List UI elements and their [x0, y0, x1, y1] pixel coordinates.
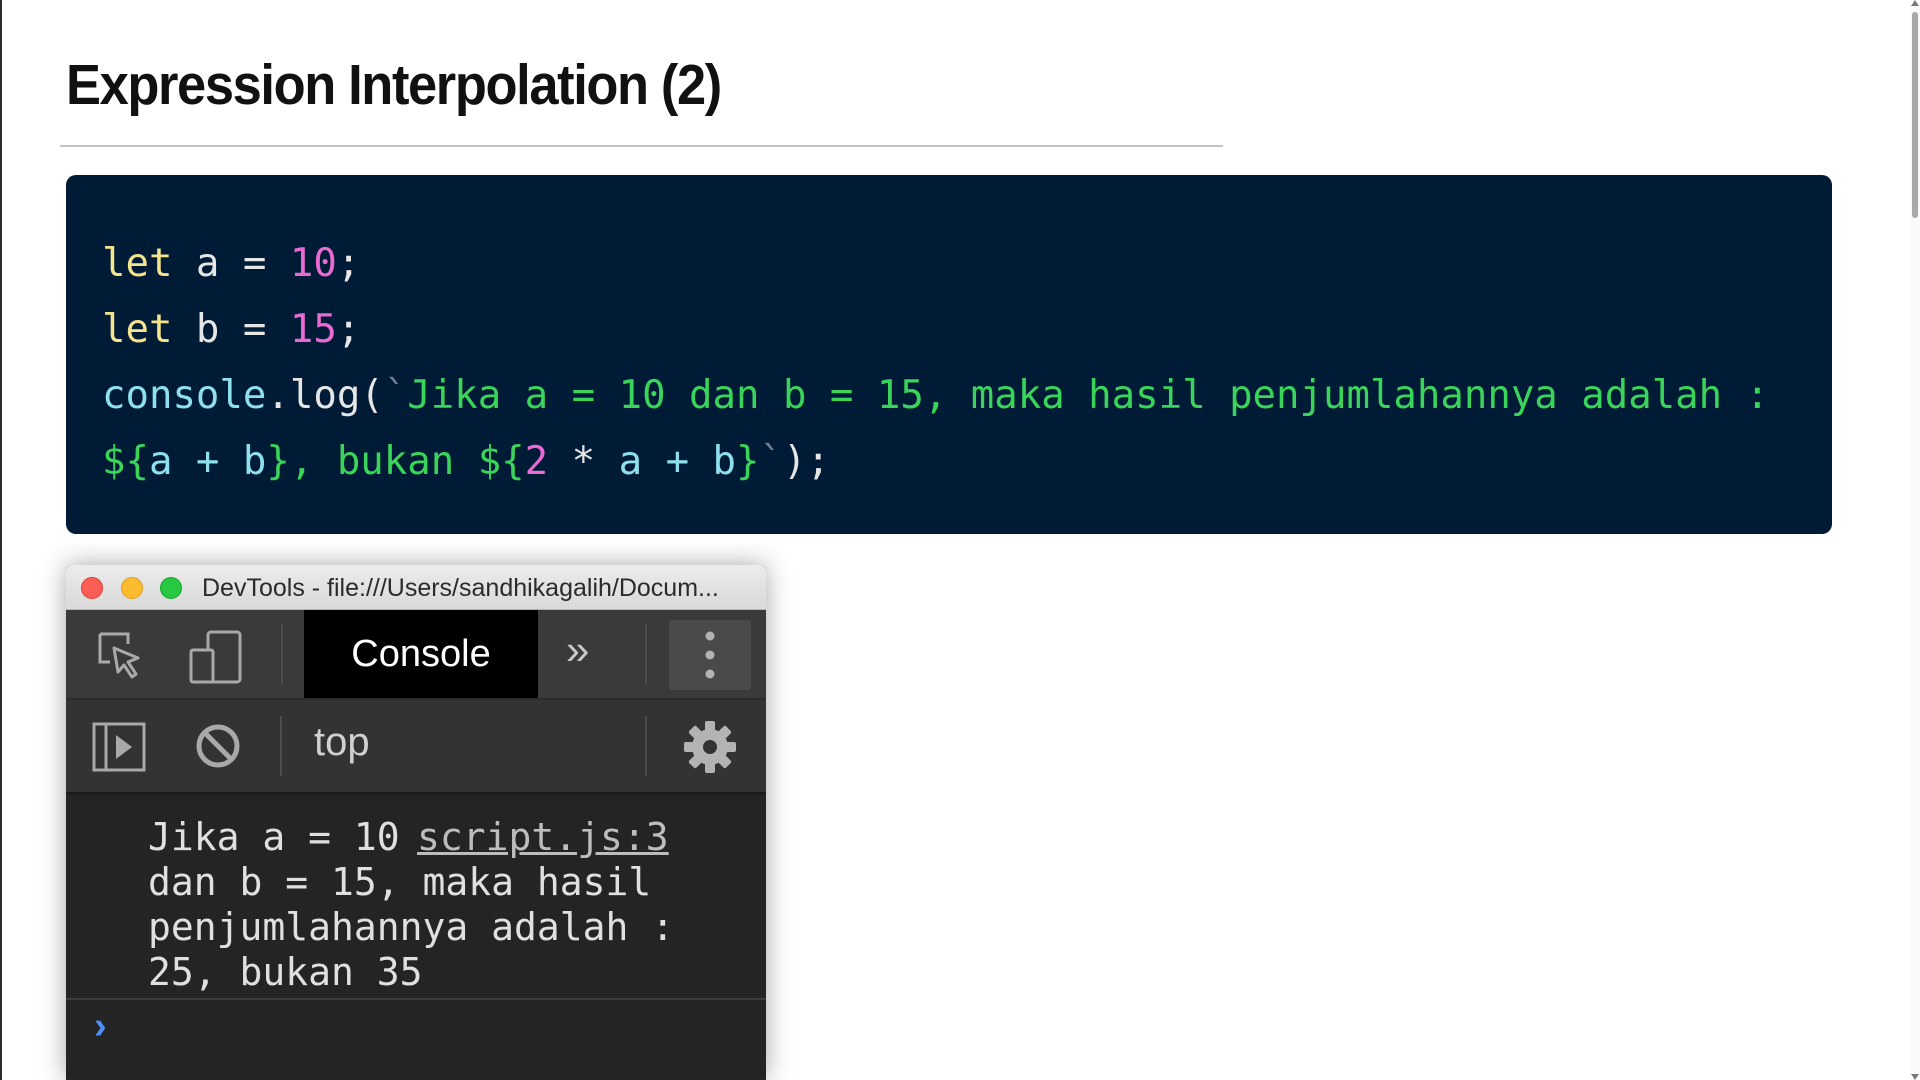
console-prompt-icon: › [94, 1005, 107, 1047]
code-block: let a = 10; let b = 15; console.log(`Jik… [66, 175, 1832, 534]
window-left-edge [0, 0, 2, 1080]
code-text: ; [336, 241, 361, 286]
inspect-element-icon[interactable] [96, 630, 144, 685]
title-divider [60, 145, 1223, 147]
toolbar-divider [645, 624, 647, 684]
code-text: * [548, 439, 619, 484]
more-tabs-chevron-icon[interactable]: » [566, 626, 589, 674]
code-backtick: ` [383, 373, 408, 418]
code-string: } [266, 439, 290, 484]
code-text: b = [172, 307, 290, 352]
code-line-1: let a = 10; [102, 231, 1832, 297]
code-line-4: ${a + b}, bukan ${2 * a + b}`); [102, 429, 1832, 495]
code-backtick: ` [759, 439, 783, 484]
sidebar-toggle-icon[interactable] [92, 722, 146, 777]
scroll-down-arrow-icon[interactable] [1911, 1074, 1919, 1080]
settings-gear-icon[interactable] [683, 720, 737, 779]
code-text: ); [782, 439, 830, 484]
devtools-toolbar: Console » [66, 610, 766, 700]
devtools-window: DevTools - file:///Users/sandhikagalih/D… [66, 565, 766, 1080]
clear-console-icon[interactable] [194, 722, 242, 775]
code-string: , bukan [289, 439, 478, 484]
code-number: 15 [289, 307, 337, 352]
console-log-entry: Jika a = 10 dan b = 15, maka hasil penju… [66, 795, 766, 1000]
code-text: .log( [266, 373, 384, 418]
window-title: DevTools - file:///Users/sandhikagalih/D… [202, 574, 719, 602]
devtools-titlebar[interactable]: DevTools - file:///Users/sandhikagalih/D… [66, 565, 766, 610]
toolbar-divider [280, 716, 282, 776]
console-filter-bar: top [66, 700, 766, 795]
code-function: console [102, 373, 267, 418]
scroll-up-arrow-icon[interactable] [1911, 0, 1919, 6]
context-selector[interactable]: top [314, 720, 370, 765]
code-keyword: let [102, 241, 173, 286]
code-string: } [736, 439, 760, 484]
code-string: ${ [102, 439, 149, 484]
tab-console[interactable]: Console [304, 610, 538, 698]
code-keyword: let [102, 307, 173, 352]
code-text: a = [172, 241, 290, 286]
code-string: ${ [477, 439, 525, 484]
code-line-3: console.log(`Jika a = 10 dan b = 15, mak… [102, 363, 1832, 429]
page-title: Expression Interpolation (2) [66, 53, 722, 117]
toolbar-divider [281, 624, 283, 684]
code-number: 2 [524, 439, 549, 484]
toolbar-divider [645, 716, 647, 776]
log-source-link[interactable]: script.js:3 [417, 815, 669, 860]
console-input-row[interactable]: › [66, 1000, 766, 1080]
code-string: Jika a = 10 dan b = 15, maka hasil penju… [407, 373, 1770, 418]
kebab-menu-icon [705, 631, 715, 679]
minimize-window-button[interactable] [121, 577, 143, 599]
device-toggle-icon[interactable] [188, 630, 244, 689]
code-expression: a + b [618, 439, 737, 484]
code-expression: a + b [148, 439, 267, 484]
code-line-2: let b = 15; [102, 297, 1832, 363]
page-scrollbar[interactable] [1910, 0, 1920, 1080]
code-text: ; [336, 307, 361, 352]
close-window-button[interactable] [81, 577, 103, 599]
maximize-window-button[interactable] [160, 577, 182, 599]
code-number: 10 [289, 241, 337, 286]
kebab-menu-button[interactable] [669, 620, 751, 690]
scrollbar-thumb[interactable] [1912, 12, 1918, 218]
